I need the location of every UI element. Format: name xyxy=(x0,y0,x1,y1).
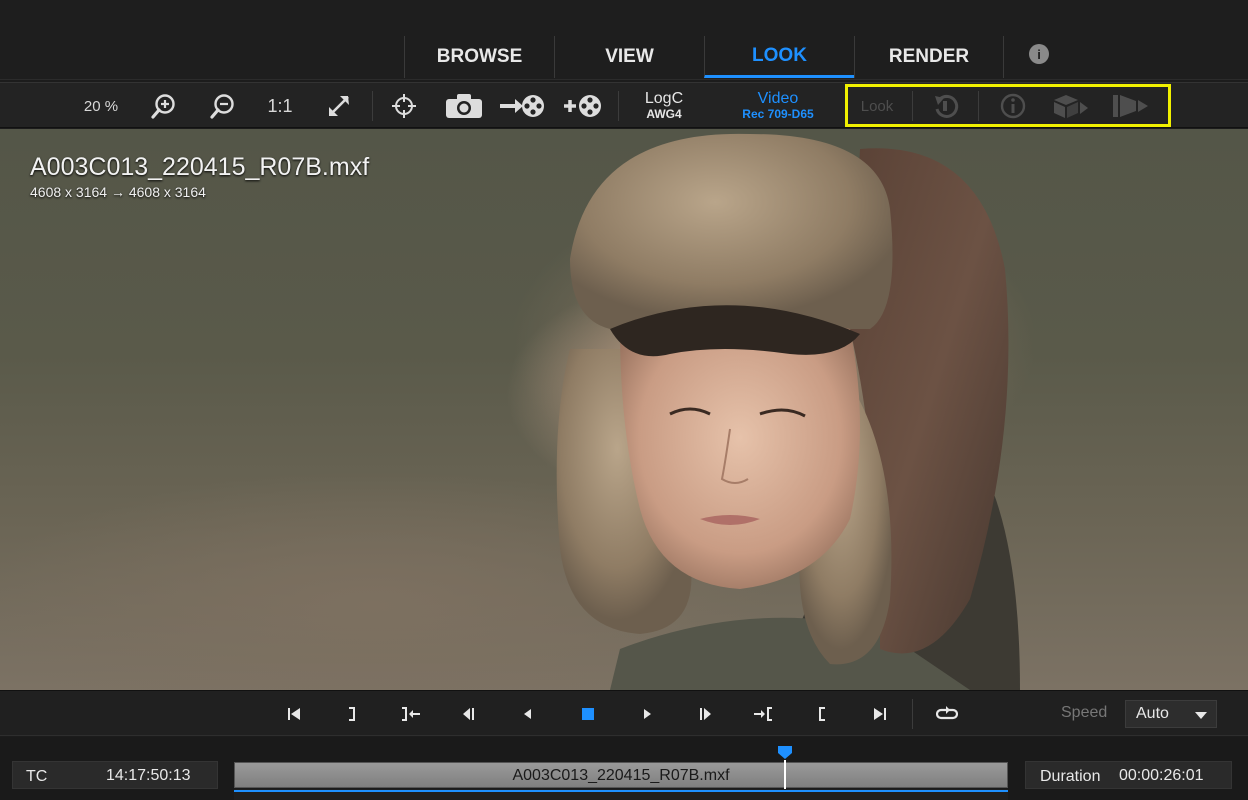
play-icon[interactable] xyxy=(629,691,665,737)
input-colorspace-button[interactable]: LogC AWG4 xyxy=(630,83,698,129)
duration-value: 00:00:26:01 xyxy=(1119,767,1204,784)
previous-frame-step-icon[interactable] xyxy=(451,691,487,737)
chevron-down-icon xyxy=(1195,712,1207,719)
export-reel-icon[interactable] xyxy=(498,83,546,129)
add-reel-icon[interactable] xyxy=(560,83,604,129)
speed-value: Auto xyxy=(1136,705,1169,722)
speed-select[interactable]: Auto xyxy=(1125,700,1217,728)
input-gamut-name: AWG4 xyxy=(646,107,682,122)
camera-icon[interactable] xyxy=(443,83,485,129)
tab-look[interactable]: LOOK xyxy=(704,36,854,78)
transport-divider xyxy=(912,699,913,729)
frame-image xyxy=(556,133,1020,690)
speed-label: Speed xyxy=(1061,704,1108,721)
image-viewer[interactable]: A003C013_220415_R07B.mxf 4608 x 3164 → 4… xyxy=(0,129,1248,690)
toolbar-divider xyxy=(372,91,373,121)
timeline-bar: TC 14:17:50:13 A003C013_220415_R07B.mxf … xyxy=(0,737,1248,800)
tab-browse[interactable]: BROWSE xyxy=(404,36,554,78)
set-out-mark-icon[interactable] xyxy=(393,691,429,737)
loop-icon[interactable] xyxy=(929,691,965,737)
clip-name-overlay: A003C013_220415_R07B.mxf xyxy=(30,153,370,181)
input-colorspace-name: LogC xyxy=(644,90,684,108)
top-navigation: BROWSE VIEW LOOK RENDER i xyxy=(0,0,1248,80)
one-to-one-button[interactable]: 1:1 xyxy=(262,83,298,129)
output-colorspace-button[interactable]: Video Rec 709-D65 xyxy=(730,83,826,129)
output-gamut-name: Rec 709-D65 xyxy=(742,107,814,122)
go-to-out-icon[interactable] xyxy=(804,691,840,737)
play-reverse-icon[interactable] xyxy=(510,691,546,737)
output-colorspace-name: Video xyxy=(757,90,799,108)
go-to-start-icon[interactable] xyxy=(276,691,312,737)
look-tools-highlight xyxy=(845,84,1171,127)
playhead-line xyxy=(784,760,786,790)
crosshair-icon[interactable] xyxy=(386,83,422,129)
zoom-in-icon[interactable] xyxy=(146,83,182,129)
resolution-overlay: 4608 x 3164 → 4608 x 3164 xyxy=(30,184,206,200)
next-frame-step-icon[interactable] xyxy=(687,691,723,737)
zoom-level: 20 % xyxy=(83,97,119,115)
duration-box: Duration 00:00:26:01 xyxy=(1025,761,1232,789)
timecode-box: TC 14:17:50:13 xyxy=(12,761,218,789)
timecode-value: 14:17:50:13 xyxy=(106,767,191,784)
timeline-clip-track[interactable]: A003C013_220415_R07B.mxf xyxy=(234,762,1008,788)
tab-render[interactable]: RENDER xyxy=(854,36,1004,78)
transport-bar: Speed Auto xyxy=(0,690,1248,736)
timeline-range-bar xyxy=(234,789,1008,800)
timeline-clip-name: A003C013_220415_R07B.mxf xyxy=(512,767,730,784)
go-to-in-icon[interactable] xyxy=(334,691,370,737)
zoom-out-icon[interactable] xyxy=(205,83,241,129)
main-tabs: BROWSE VIEW LOOK RENDER xyxy=(404,36,1004,78)
info-icon[interactable]: i xyxy=(1029,44,1049,64)
tab-view[interactable]: VIEW xyxy=(554,36,704,78)
set-in-mark-icon[interactable] xyxy=(745,691,781,737)
timecode-label: TC xyxy=(26,768,48,785)
go-to-end-icon[interactable] xyxy=(862,691,898,737)
playhead-handle[interactable] xyxy=(777,745,793,760)
fit-icon[interactable] xyxy=(321,83,357,129)
in-out-range xyxy=(234,790,1008,792)
toolbar-divider xyxy=(618,91,619,121)
stop-icon[interactable] xyxy=(570,691,606,737)
duration-label: Duration xyxy=(1040,768,1101,785)
